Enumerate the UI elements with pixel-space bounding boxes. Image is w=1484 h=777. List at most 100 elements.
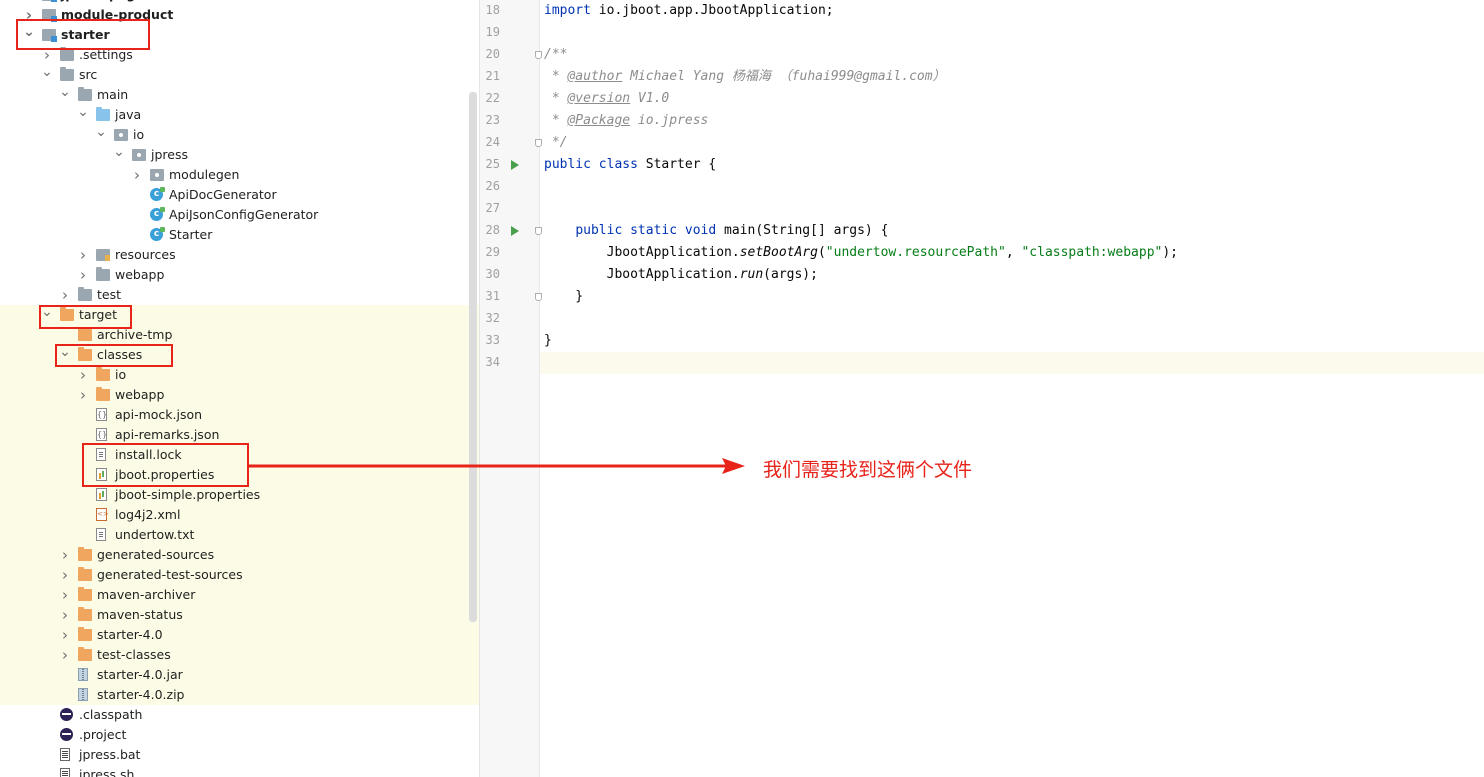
source-folder-icon	[96, 107, 110, 121]
tree-item[interactable]: ⌄ io	[0, 125, 480, 145]
tree-item[interactable]: starter-4.0.jar	[0, 665, 480, 685]
tree-item[interactable]: ⌄ main	[0, 85, 480, 105]
tree-item[interactable]: {} api-mock.json	[0, 405, 480, 425]
line-number: 24	[485, 135, 500, 149]
chevron-right-icon[interactable]: ›	[59, 605, 71, 625]
chevron-down-icon[interactable]: ⌄	[113, 145, 125, 165]
tree-item[interactable]: {} api-remarks.json	[0, 425, 480, 445]
static-method: setBootArg	[739, 245, 818, 260]
tree-scrollbar[interactable]	[469, 92, 477, 622]
run-main-icon[interactable]	[511, 226, 519, 236]
chevron-right-icon[interactable]: ›	[59, 645, 71, 665]
chevron-right-icon[interactable]: ›	[59, 585, 71, 605]
tree-item[interactable]: c Starter	[0, 225, 480, 245]
tree-item-label: java	[115, 107, 142, 122]
chevron-down-icon[interactable]: ⌄	[77, 105, 89, 125]
fold-icon[interactable]	[535, 51, 542, 59]
tree-item[interactable]: › generated-sources	[0, 545, 480, 565]
line-number: 23	[485, 113, 500, 127]
tree-item[interactable]: .project	[0, 725, 480, 745]
tree-item-label: generated-sources	[97, 547, 215, 562]
chevron-right-icon[interactable]: ›	[59, 545, 71, 565]
annotation-note: 我们需要找到这俩个文件	[763, 459, 973, 481]
comment: io.jpress	[630, 113, 709, 128]
tree-item[interactable]: › webapp	[0, 385, 480, 405]
tree-item[interactable]: › webapp	[0, 265, 480, 285]
chevron-right-icon[interactable]: ›	[77, 365, 89, 385]
script-file-icon	[60, 768, 70, 777]
tree-item[interactable]: jboot-simple.properties	[0, 485, 480, 505]
chevron-right-icon[interactable]: ›	[59, 285, 71, 305]
code-line-22: * @version V1.0	[544, 88, 669, 110]
excluded-folder-icon	[96, 387, 110, 401]
tree-item-label: io	[115, 367, 127, 382]
line-number: 25	[485, 157, 500, 171]
chevron-down-icon[interactable]: ⌄	[95, 125, 107, 145]
run-class-icon[interactable]	[511, 160, 519, 170]
annotation-box-files	[82, 443, 249, 487]
tree-item[interactable]: starter-4.0.zip	[0, 685, 480, 705]
chevron-right-icon[interactable]: ›	[77, 245, 89, 265]
annotation-box-starter	[16, 19, 150, 50]
tree-item[interactable]: ⌄ src	[0, 65, 480, 85]
project-tree: ›jpress-page›module-product⌄starter›.set…	[0, 0, 480, 777]
code-line-25: public class Starter {	[544, 154, 716, 176]
tree-item[interactable]: › io	[0, 365, 480, 385]
tree-item[interactable]: › test	[0, 285, 480, 305]
tree-item[interactable]: <> log4j2.xml	[0, 505, 480, 525]
fold-icon[interactable]	[535, 227, 542, 235]
tree-item-label: generated-test-sources	[97, 567, 243, 582]
code-text: }	[544, 333, 552, 348]
tree-item-label: .classpath	[79, 707, 143, 722]
comment: *	[544, 69, 568, 84]
chevron-down-icon[interactable]: ⌄	[59, 85, 71, 105]
folder-icon	[60, 47, 74, 61]
tree-item[interactable]: ⌄ jpress	[0, 145, 480, 165]
line-number: 31	[485, 289, 500, 303]
tree-item-label: jpress.bat	[79, 747, 141, 762]
comment: /**	[544, 47, 568, 62]
tree-item-label: jpress.sh	[79, 767, 135, 777]
chevron-right-icon[interactable]: ›	[131, 165, 143, 185]
code-text: JbootApplication.	[606, 245, 740, 260]
chevron-right-icon[interactable]: ›	[77, 265, 89, 285]
comment: V1.0	[630, 91, 670, 106]
chevron-down-icon[interactable]: ⌄	[41, 65, 53, 85]
code-text: Starter {	[637, 157, 717, 172]
tree-item[interactable]: › modulegen	[0, 165, 480, 185]
tree-item[interactable]: undertow.txt	[0, 525, 480, 545]
tree-item[interactable]: › test-classes	[0, 645, 480, 665]
line-number: 19	[485, 25, 500, 39]
code-editor[interactable]: 18 19 20 21 22 23 24 25 26 27 28 29 30 31 32 33 34 impor…	[480, 0, 1484, 777]
tree-item[interactable]: › starter-4.0	[0, 625, 480, 645]
line-number: 26	[485, 179, 500, 193]
string-literal: "undertow.resourcePath"	[825, 245, 1006, 260]
chevron-right-icon[interactable]: ›	[77, 385, 89, 405]
tree-item[interactable]: jpress.sh	[0, 765, 480, 777]
excluded-folder-icon	[78, 567, 92, 581]
fold-icon[interactable]	[535, 139, 542, 147]
code-line-28: public static void main(String[] args) {	[544, 220, 888, 242]
line-number: 20	[485, 47, 500, 61]
chevron-right-icon[interactable]: ›	[59, 625, 71, 645]
tree-item[interactable]: .classpath	[0, 705, 480, 725]
fold-icon[interactable]	[535, 293, 542, 301]
tree-item[interactable]: jpress.bat	[0, 745, 480, 765]
tree-item-label: .project	[79, 727, 127, 742]
tree-item[interactable]: › maven-status	[0, 605, 480, 625]
chevron-right-icon[interactable]: ›	[59, 565, 71, 585]
tree-item-label: resources	[115, 247, 176, 262]
code-text: ,	[1005, 245, 1022, 260]
text-file-icon	[96, 528, 106, 541]
tree-item[interactable]: c ApiJsonConfigGenerator	[0, 205, 480, 225]
tree-item-label: modulegen	[169, 167, 240, 182]
tree-item[interactable]: › maven-archiver	[0, 585, 480, 605]
tree-item[interactable]: c ApiDocGenerator	[0, 185, 480, 205]
tree-item[interactable]: › resources	[0, 245, 480, 265]
folder-icon	[96, 267, 110, 281]
tree-item-label: ApiDocGenerator	[169, 187, 277, 202]
tree-item[interactable]: ⌄ java	[0, 105, 480, 125]
javadoc-tag: @author	[567, 69, 623, 84]
tree-item[interactable]: › generated-test-sources	[0, 565, 480, 585]
resources-folder-icon	[96, 249, 110, 261]
